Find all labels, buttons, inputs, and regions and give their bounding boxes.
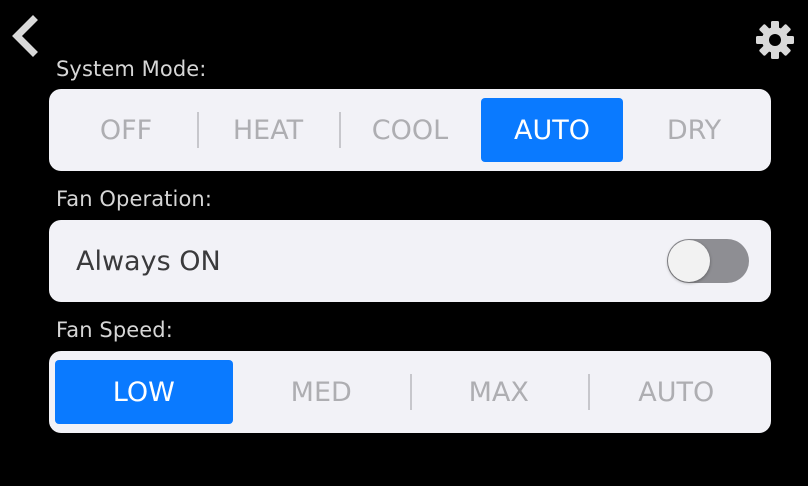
fan-speed-max[interactable]: MAX [410, 360, 588, 424]
fan-speed-panel: LOW MED MAX AUTO [49, 351, 771, 433]
system-mode-label: System Mode: [56, 57, 207, 81]
always-on-toggle[interactable] [667, 239, 749, 283]
fan-operation-row: Always ON [49, 220, 771, 302]
back-button[interactable] [8, 14, 44, 58]
system-mode-heat[interactable]: HEAT [197, 98, 339, 162]
fan-operation-label: Fan Operation: [56, 187, 212, 211]
always-on-label: Always ON [76, 245, 221, 277]
fan-speed-auto[interactable]: AUTO [587, 360, 766, 424]
system-mode-auto[interactable]: AUTO [481, 98, 623, 162]
toggle-knob [668, 240, 710, 282]
system-mode-cool[interactable]: COOL [339, 98, 481, 162]
system-mode-off[interactable]: OFF [55, 98, 197, 162]
gear-icon [756, 21, 794, 59]
system-mode-selector: OFF HEAT COOL AUTO DRY [49, 89, 771, 171]
fan-speed-selector: LOW MED MAX AUTO [49, 351, 771, 433]
system-mode-panel: OFF HEAT COOL AUTO DRY [49, 89, 771, 171]
thermostat-settings-screen: System Mode: OFF HEAT COOL AUTO DRY Fan … [0, 0, 808, 486]
fan-speed-label: Fan Speed: [56, 318, 173, 342]
settings-button[interactable] [754, 19, 796, 61]
fan-speed-med[interactable]: MED [233, 360, 411, 424]
system-mode-dry[interactable]: DRY [623, 98, 765, 162]
chevron-left-icon [12, 15, 38, 57]
fan-operation-panel: Always ON [49, 220, 771, 302]
fan-speed-low[interactable]: LOW [55, 360, 233, 424]
